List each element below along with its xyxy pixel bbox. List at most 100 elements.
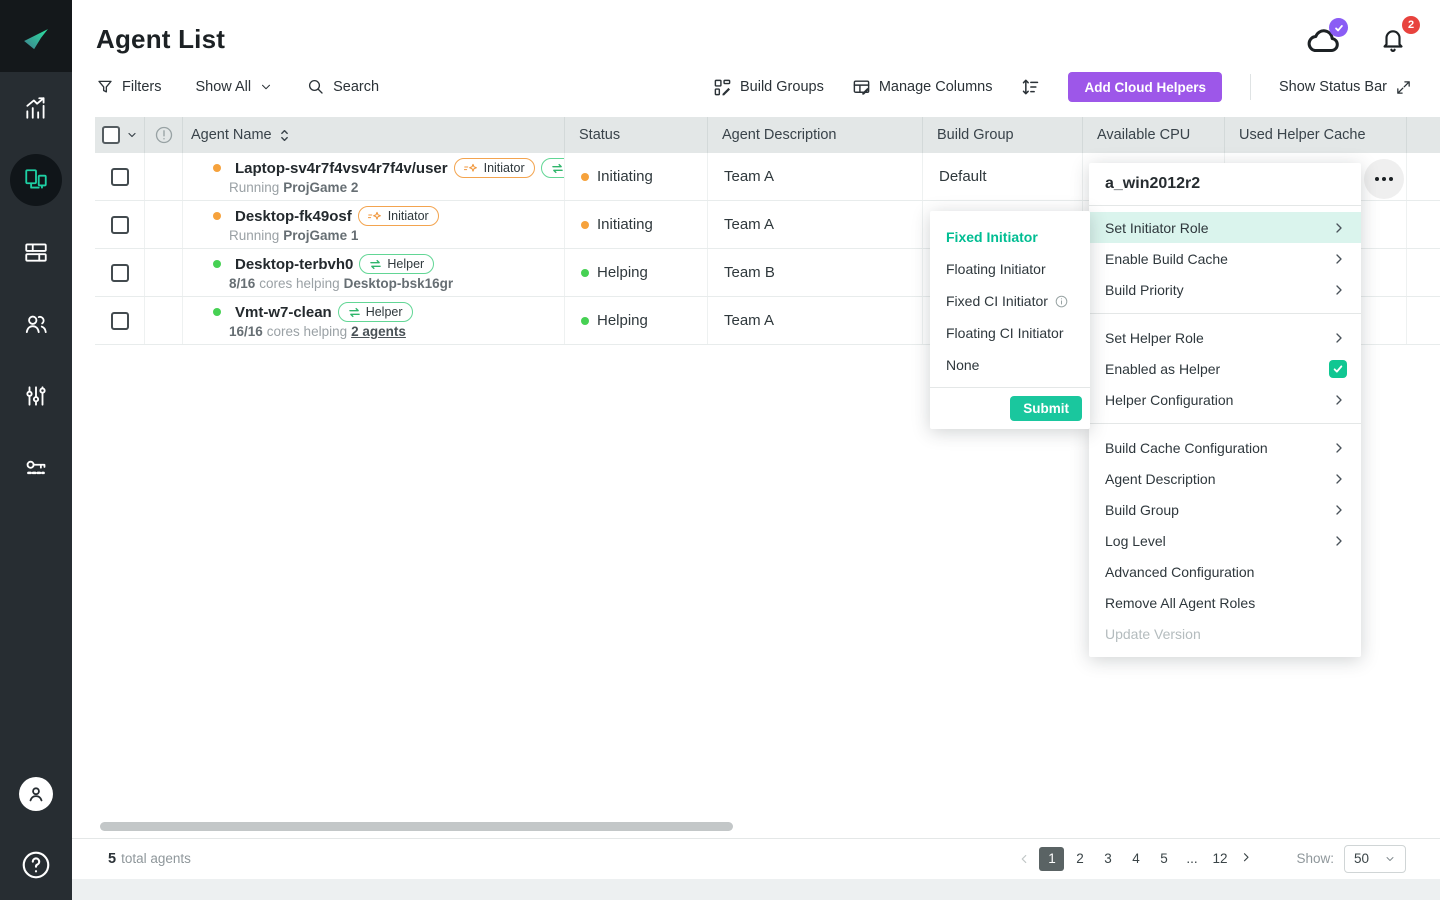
- menu-divider: [1089, 423, 1361, 424]
- menu-item-enabled-as-helper[interactable]: Enabled as Helper: [1089, 353, 1361, 384]
- bell-icon: [1380, 26, 1406, 54]
- description-cell: Team A: [708, 153, 923, 200]
- users-icon: [23, 311, 49, 337]
- status-cell: Helping: [565, 249, 708, 296]
- page-button-1[interactable]: 1: [1039, 847, 1064, 871]
- menu-item-log-level[interactable]: Log Level: [1089, 525, 1361, 556]
- chevron-right-icon: [1331, 282, 1347, 298]
- agent-name-cell: Desktop-terbvh0 Helper 8/16cores helping…: [183, 249, 565, 296]
- page-button-3[interactable]: 3: [1095, 847, 1120, 871]
- swap-arrows-icon: [551, 163, 564, 174]
- page-button-5[interactable]: 5: [1151, 847, 1176, 871]
- menu-item-agent-description[interactable]: Agent Description: [1089, 463, 1361, 494]
- page-button-4[interactable]: 4: [1123, 847, 1148, 871]
- sidebar-item-users[interactable]: [0, 288, 72, 360]
- search-icon: [307, 78, 325, 96]
- toolbar-left: Filters Show All Search: [96, 78, 379, 96]
- sidebar-item-build-groups[interactable]: [0, 216, 72, 288]
- help-button[interactable]: [20, 849, 52, 886]
- option-floating-initiator[interactable]: Floating Initiator: [930, 253, 1090, 285]
- search-button[interactable]: Search: [307, 78, 379, 96]
- cloud-status-button[interactable]: [1304, 22, 1342, 58]
- menu-item-enable-build-cache[interactable]: Enable Build Cache: [1089, 243, 1361, 274]
- page-size-select[interactable]: 50: [1344, 845, 1406, 873]
- agent-name[interactable]: Vmt-w7-clean: [235, 304, 332, 321]
- initiator-badge: Initiator: [454, 158, 535, 178]
- option-fixed-ci-initiator[interactable]: Fixed CI Initiator: [930, 285, 1090, 317]
- row-checkbox[interactable]: [111, 312, 129, 330]
- prev-page-button[interactable]: [1011, 847, 1036, 871]
- row-checkbox[interactable]: [111, 264, 129, 282]
- header-available-cpu[interactable]: Available CPU: [1083, 117, 1225, 153]
- header-agent-description[interactable]: Agent Description: [708, 117, 923, 153]
- menu-item-build-priority[interactable]: Build Priority: [1089, 274, 1361, 305]
- option-fixed-initiator[interactable]: Fixed Initiator: [930, 221, 1090, 253]
- chevron-left-icon: [1017, 852, 1031, 866]
- row-checkbox[interactable]: [111, 216, 129, 234]
- menu-item-set-initiator-role[interactable]: Set Initiator Role: [1089, 212, 1361, 243]
- menu-item-remove-all-agent-roles[interactable]: Remove All Agent Roles: [1089, 587, 1361, 618]
- agent-name[interactable]: Laptop-sv4r7f4vsv4r7f4v/user: [235, 160, 448, 177]
- option-floating-ci-initiator[interactable]: Floating CI Initiator: [930, 317, 1090, 349]
- menu-item-advanced-configuration[interactable]: Advanced Configuration: [1089, 556, 1361, 587]
- menu-item-helper-configuration[interactable]: Helper Configuration: [1089, 384, 1361, 415]
- row-alert-cell: [145, 201, 183, 248]
- horizontal-scrollbar[interactable]: [100, 822, 733, 831]
- app-logo[interactable]: [0, 0, 72, 72]
- build-groups-button[interactable]: Build Groups: [713, 78, 824, 97]
- status-dot: [581, 317, 589, 325]
- select-all-checkbox[interactable]: [102, 126, 120, 144]
- header-agent-name[interactable]: Agent Name: [183, 117, 565, 153]
- header-used-helper-cache[interactable]: Used Helper Cache: [1225, 117, 1407, 153]
- add-cloud-helpers-button[interactable]: Add Cloud Helpers: [1068, 72, 1222, 102]
- sidebar-item-dashboard[interactable]: [0, 72, 72, 144]
- sidebar-selected-indicator: [10, 154, 62, 206]
- initiator-star-icon: [464, 163, 479, 174]
- info-icon[interactable]: [1054, 294, 1069, 309]
- agent-subtext: RunningProjGame 2: [229, 180, 358, 195]
- sidebar-item-license[interactable]: [0, 432, 72, 504]
- agent-status-dot: [213, 260, 221, 268]
- agent-name[interactable]: Desktop-fk49osf: [235, 208, 352, 225]
- row-checkbox[interactable]: [111, 168, 129, 186]
- enabled-helper-checkbox[interactable]: [1329, 360, 1347, 378]
- agent-name[interactable]: Desktop-terbvh0: [235, 256, 353, 273]
- chevron-right-icon: [1241, 852, 1255, 866]
- notification-count-badge: 2: [1402, 16, 1420, 34]
- header-alert-column: [145, 117, 183, 153]
- sliders-icon: [23, 383, 49, 409]
- status-dot: [581, 269, 589, 277]
- chevron-right-icon: [1331, 533, 1347, 549]
- next-page-button[interactable]: [1235, 847, 1260, 871]
- layout-icon: [23, 239, 49, 265]
- option-none[interactable]: None: [930, 349, 1090, 381]
- main-content: Agent List 2 Filters Show All: [72, 0, 1440, 900]
- description-cell: Team A: [708, 201, 923, 248]
- user-avatar[interactable]: [19, 777, 53, 811]
- topbar-icons: 2: [1304, 22, 1412, 58]
- menu-item-set-helper-role[interactable]: Set Helper Role: [1089, 322, 1361, 353]
- sidebar-item-agents[interactable]: [0, 144, 72, 216]
- page-button-2[interactable]: 2: [1067, 847, 1092, 871]
- filters-button[interactable]: Filters: [96, 78, 161, 96]
- header-status[interactable]: Status: [565, 117, 708, 153]
- sort-arrows-icon[interactable]: [278, 128, 291, 143]
- page-button-12[interactable]: 12: [1207, 847, 1232, 871]
- menu-item-build-cache-configuration[interactable]: Build Cache Configuration: [1089, 432, 1361, 463]
- build-groups-icon: [713, 78, 732, 97]
- manage-columns-button[interactable]: Manage Columns: [852, 78, 993, 97]
- row-actions-button[interactable]: [1364, 159, 1404, 199]
- agents-link[interactable]: 2 agents: [351, 324, 406, 339]
- header-build-group[interactable]: Build Group: [923, 117, 1083, 153]
- menu-item-build-group[interactable]: Build Group: [1089, 494, 1361, 525]
- show-all-dropdown[interactable]: Show All: [195, 79, 273, 95]
- header-select-all[interactable]: [95, 117, 145, 153]
- sidebar-nav: [0, 72, 72, 504]
- notifications-button[interactable]: 2: [1374, 22, 1412, 58]
- show-status-bar-button[interactable]: Show Status Bar: [1279, 79, 1412, 96]
- submit-button[interactable]: Submit: [1010, 396, 1082, 421]
- status-dot: [581, 173, 589, 181]
- row-alert-cell: [145, 249, 183, 296]
- sort-button[interactable]: [1020, 77, 1040, 97]
- sidebar-item-settings[interactable]: [0, 360, 72, 432]
